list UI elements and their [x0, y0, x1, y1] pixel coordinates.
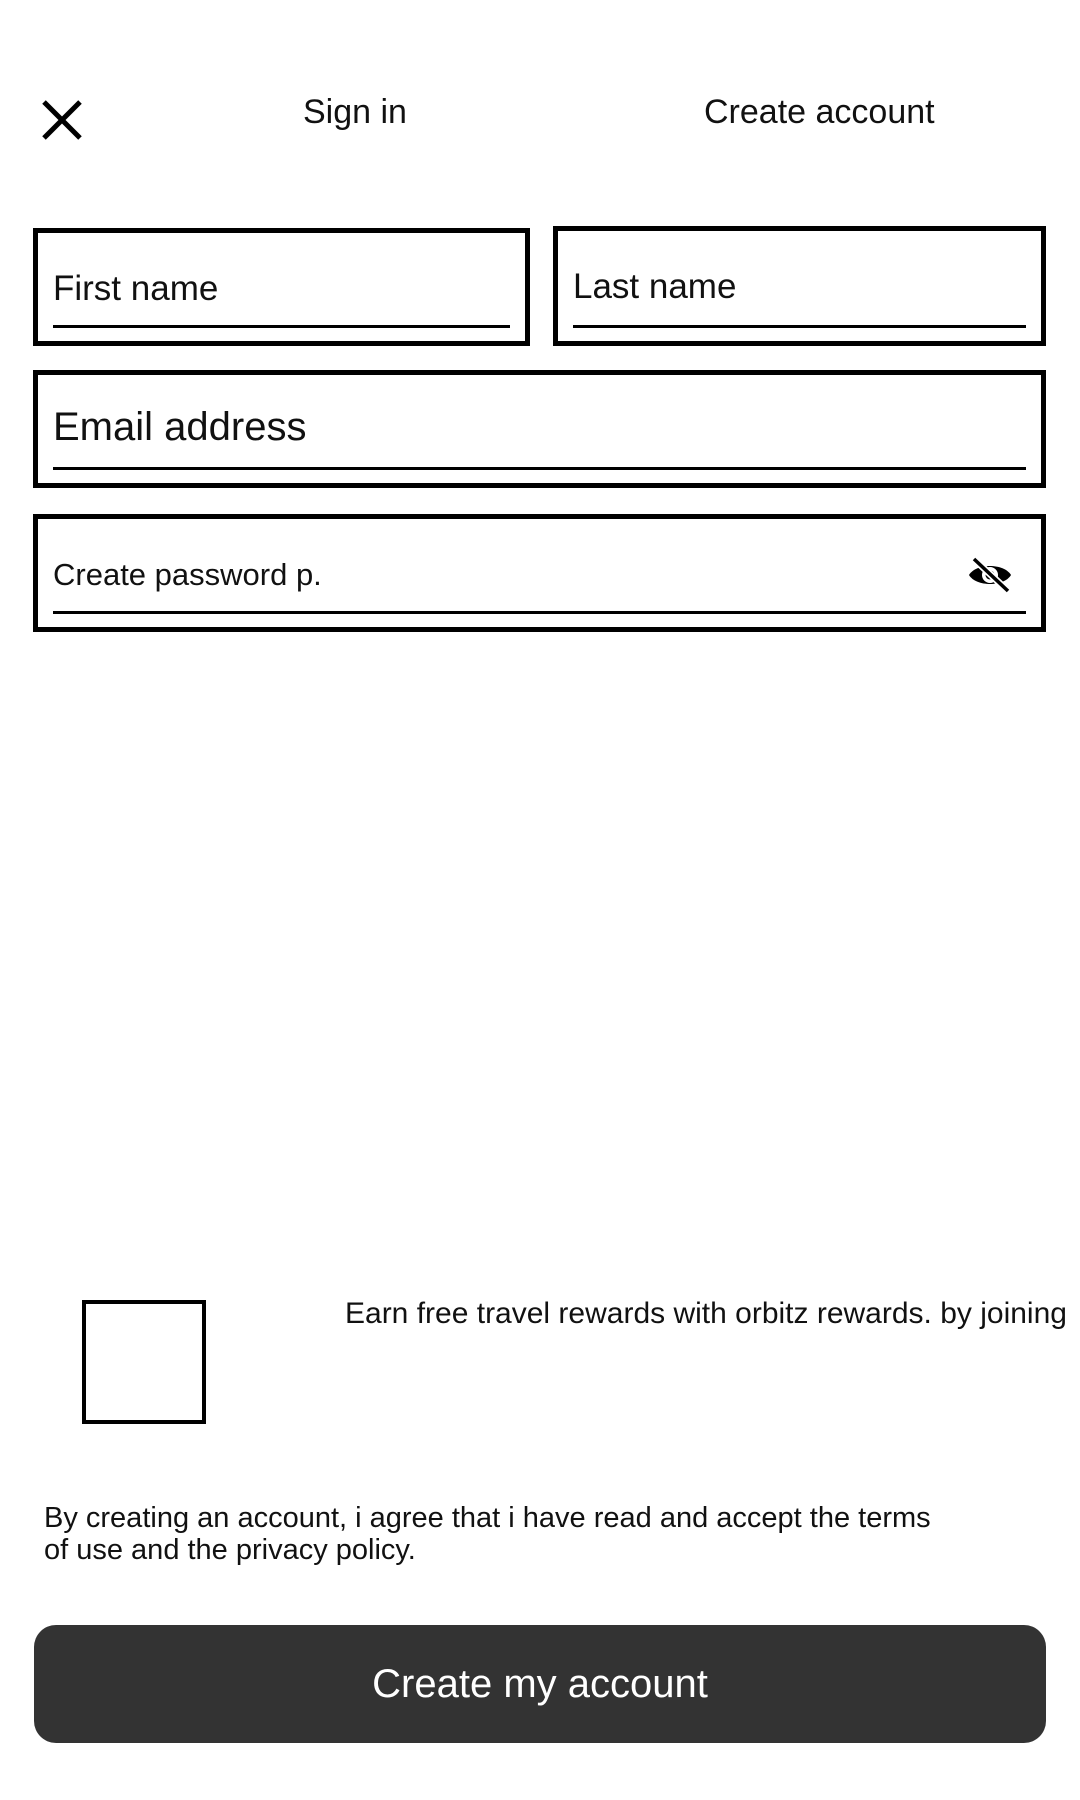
- rewards-label: Earn free travel rewards with orbitz rew…: [345, 1297, 1067, 1330]
- email-field[interactable]: Email address: [33, 370, 1046, 488]
- close-button[interactable]: [40, 98, 84, 142]
- tab-create-account[interactable]: Create account: [704, 90, 935, 134]
- first-name-field[interactable]: First name: [33, 228, 530, 346]
- password-underline: [53, 611, 1026, 614]
- last-name-placeholder: Last name: [573, 267, 737, 306]
- email-placeholder: Email address: [53, 405, 307, 449]
- last-name-field[interactable]: Last name: [553, 226, 1046, 346]
- password-placeholder: Create password p.: [53, 557, 322, 592]
- rewards-checkbox[interactable]: [82, 1300, 206, 1424]
- tab-sign-in[interactable]: Sign in: [303, 90, 407, 134]
- eye-slash-icon[interactable]: [967, 555, 1013, 595]
- first-name-placeholder: First name: [53, 269, 219, 308]
- create-account-button[interactable]: Create my account: [34, 1625, 1046, 1743]
- close-icon: [42, 100, 82, 140]
- terms-text: By creating an account, i agree that i h…: [44, 1502, 931, 1566]
- password-field[interactable]: Create password p.: [33, 514, 1046, 632]
- first-name-underline: [53, 325, 510, 328]
- create-account-button-label: Create my account: [372, 1661, 708, 1706]
- email-underline: [53, 467, 1026, 470]
- last-name-underline: [573, 325, 1026, 328]
